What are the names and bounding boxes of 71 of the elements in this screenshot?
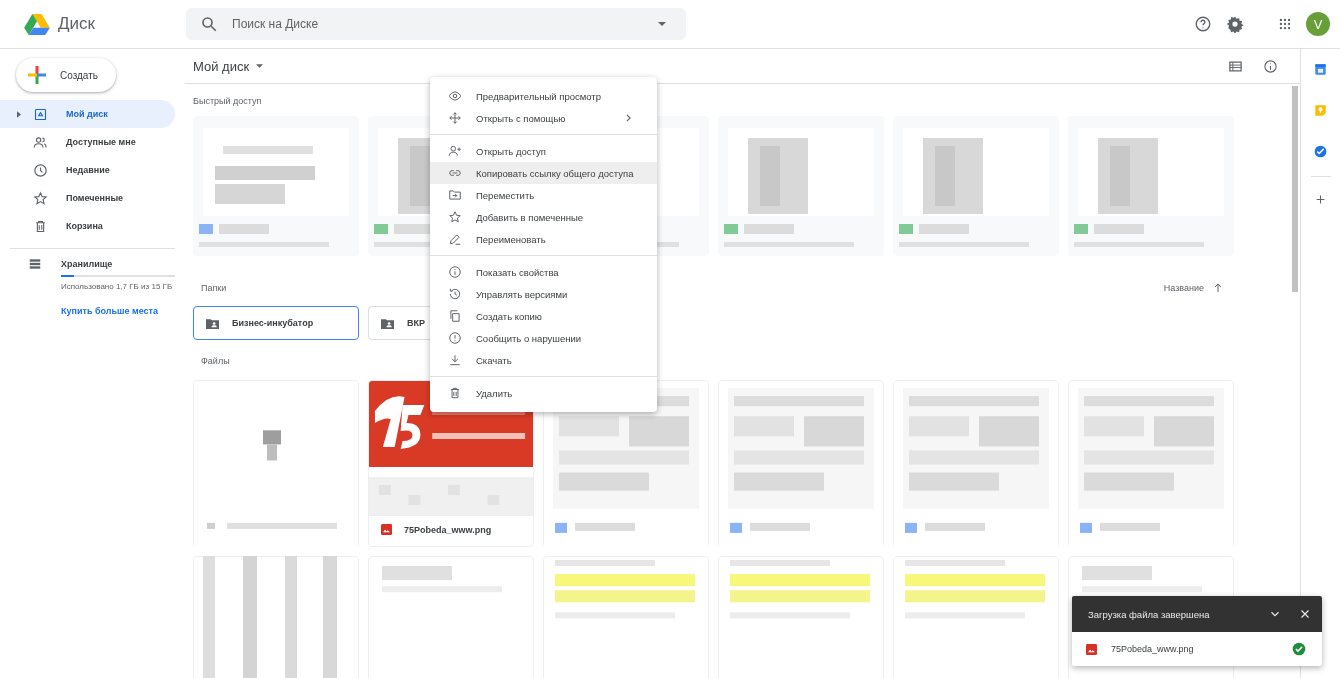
- toast-title: Загрузка файла завершена: [1088, 608, 1211, 620]
- help-icon[interactable]: [1194, 15, 1212, 33]
- people-icon: [33, 134, 48, 150]
- section-title: Быстрый доступ: [193, 96, 262, 106]
- trash-icon: [33, 218, 48, 234]
- image-file-icon: [381, 524, 392, 535]
- star-icon: [448, 210, 462, 224]
- pencil-icon: [448, 232, 462, 246]
- menu-item[interactable]: Предварительный просмотр: [430, 85, 657, 107]
- shared-folder-icon: [381, 317, 394, 329]
- menu-item[interactable]: Показать свойства: [430, 261, 657, 283]
- section-title: Файлы: [201, 356, 230, 366]
- buy-storage-link[interactable]: Купить больше места: [61, 306, 175, 316]
- storage-usage: Использовано 1,7 ГБ из 15 ГБ: [61, 282, 174, 292]
- sidebar-item[interactable]: Мой диск: [0, 100, 175, 128]
- drive-icon: [33, 106, 48, 122]
- trash-icon: [448, 386, 462, 400]
- create-button[interactable]: Создать: [16, 58, 116, 92]
- folder-arrow-icon: [448, 188, 462, 202]
- location-dropdown[interactable]: Мой диск: [193, 58, 264, 74]
- alert-icon: [448, 331, 462, 345]
- storage-label: Хранилище: [61, 259, 114, 269]
- menu-item[interactable]: Переместить: [430, 184, 657, 206]
- search-field[interactable]: Поиск на Диске: [230, 16, 646, 32]
- file-name: 75Pobeda_www.png: [1111, 644, 1195, 654]
- lightbulb-note-icon[interactable]: [1314, 104, 1327, 117]
- drive-logo-icon: [24, 13, 50, 35]
- caret-icon: [256, 64, 264, 68]
- menu-item[interactable]: Копировать ссылку общего доступа: [430, 162, 657, 184]
- menu-item[interactable]: Переименовать: [430, 228, 657, 250]
- add-icon[interactable]: [1314, 193, 1327, 206]
- settings-icon[interactable]: [1226, 15, 1244, 33]
- arrow-up-icon: [1212, 282, 1224, 294]
- menu-item[interactable]: Сообщить о нарушении: [430, 327, 657, 349]
- menu-item[interactable]: Управлять версиями: [430, 283, 657, 305]
- menu-item[interactable]: Открыть с помощью: [430, 107, 657, 129]
- menu-item[interactable]: Добавить в помеченные: [430, 206, 657, 228]
- eye-icon: [448, 89, 462, 103]
- search-icon: [200, 15, 218, 33]
- clock-icon: [33, 162, 48, 178]
- info-icon[interactable]: [1263, 58, 1278, 74]
- calendar-icon[interactable]: [1314, 63, 1327, 76]
- shared-folder-icon: [206, 317, 219, 329]
- section-title: Папки: [201, 283, 227, 293]
- person-add-icon: [448, 144, 462, 158]
- history-icon: [448, 287, 462, 301]
- expand-arrow-icon[interactable]: [17, 110, 21, 118]
- search-bar[interactable]: Поиск на Диске: [186, 8, 686, 40]
- menu-item[interactable]: Открыть доступ: [430, 140, 657, 162]
- menu-item[interactable]: Создать копию: [430, 305, 657, 327]
- download-icon: [448, 353, 462, 367]
- menu-item[interactable]: Скачать: [430, 349, 657, 371]
- scrollbar[interactable]: [1292, 86, 1298, 292]
- sidebar-item[interactable]: Корзина: [0, 212, 175, 240]
- move-arrows-icon: [448, 111, 462, 125]
- sidebar-item[interactable]: Недавние: [0, 156, 175, 184]
- tasks-check-icon[interactable]: [1314, 145, 1327, 158]
- apps-grid-icon[interactable]: [1278, 17, 1292, 31]
- image-file-icon: [1086, 643, 1097, 655]
- folder-card[interactable]: Бизнес-инкубатор: [193, 306, 359, 340]
- sidebar-item[interactable]: Помеченные: [0, 184, 175, 212]
- storage-icon: [28, 257, 42, 271]
- plus-icon: [28, 66, 46, 84]
- info-icon: [448, 265, 462, 279]
- copy-icon: [448, 309, 462, 323]
- app-name: Диск: [58, 14, 95, 34]
- sidebar-item[interactable]: Доступные мне: [0, 128, 175, 156]
- star-icon: [33, 190, 48, 206]
- sort-button[interactable]: Название: [1163, 282, 1224, 294]
- list-view-icon[interactable]: [1228, 58, 1243, 74]
- dropdown-icon[interactable]: [658, 22, 666, 26]
